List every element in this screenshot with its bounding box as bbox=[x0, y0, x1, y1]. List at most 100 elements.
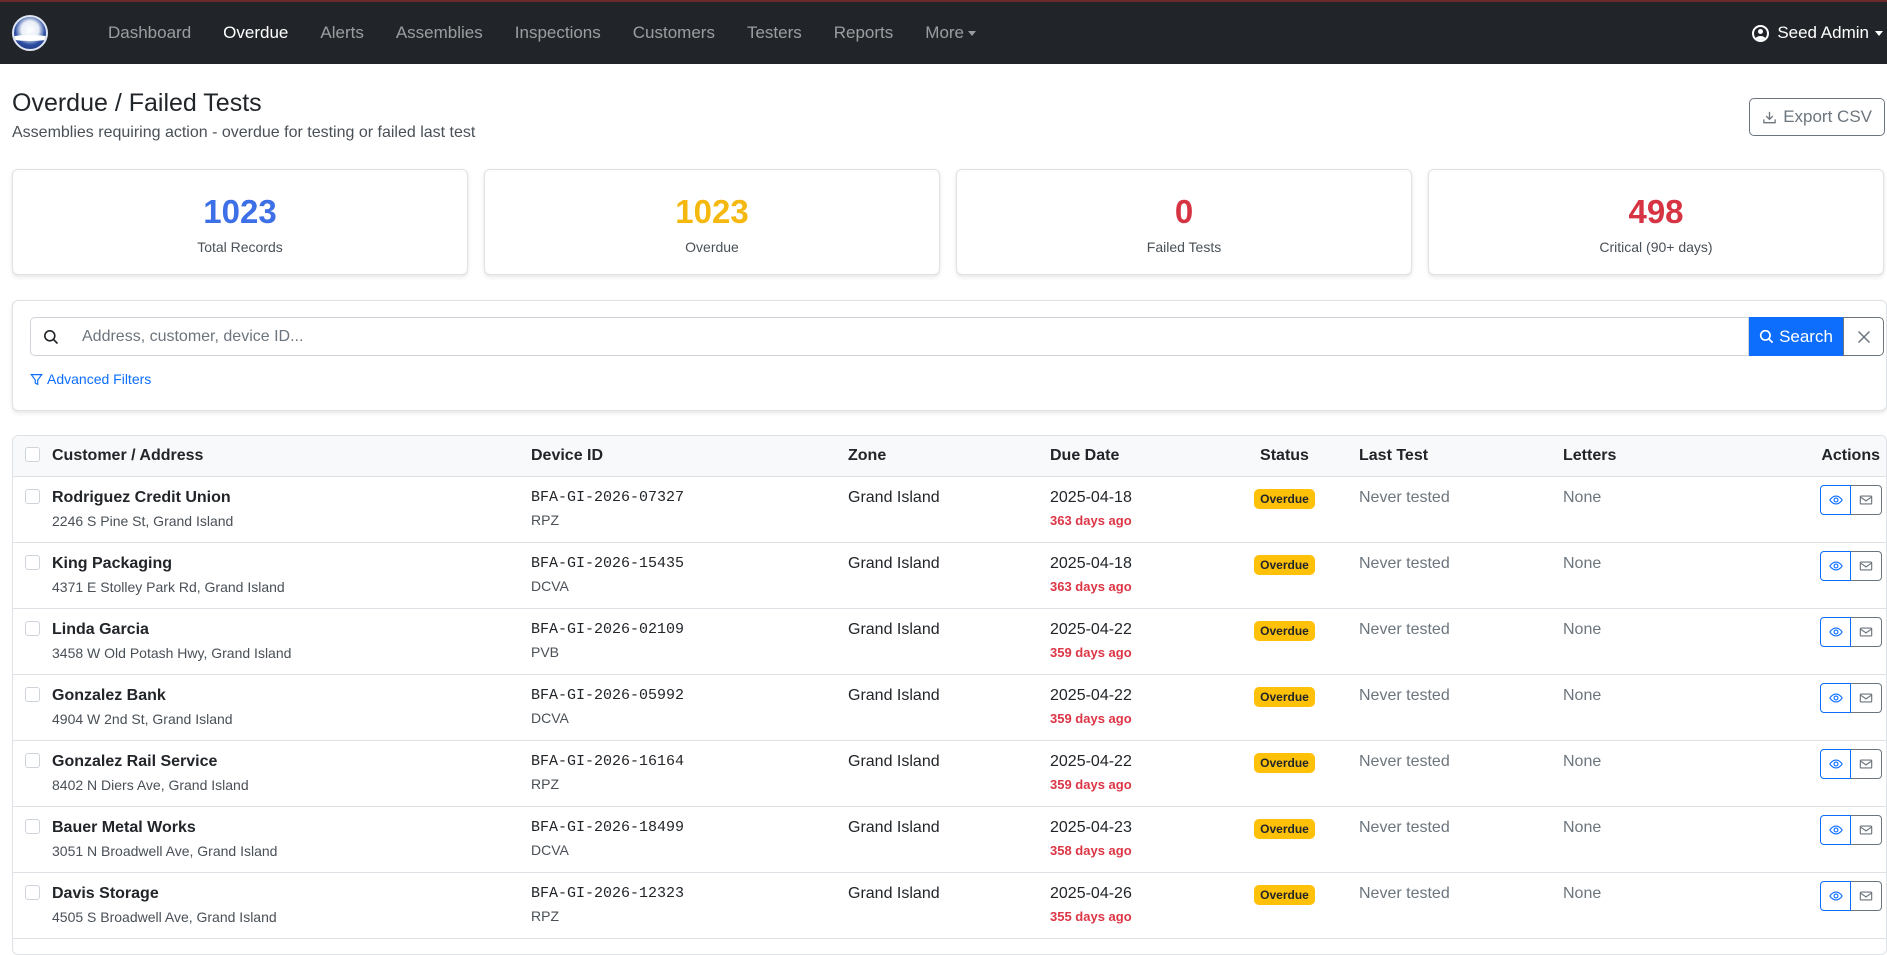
zone: Grand Island bbox=[848, 620, 940, 638]
send-letter-button[interactable] bbox=[1851, 484, 1882, 515]
due-date: 2025-04-22 bbox=[1050, 620, 1132, 638]
search-card: Search Advanced Filters bbox=[12, 300, 1887, 411]
view-button[interactable] bbox=[1820, 748, 1851, 779]
envelope-icon bbox=[1859, 890, 1873, 901]
nav-item-label: More bbox=[925, 23, 965, 42]
view-button[interactable] bbox=[1820, 484, 1851, 515]
last-test: Never tested bbox=[1359, 818, 1450, 836]
nav-item-inspections[interactable]: Inspections bbox=[499, 23, 617, 43]
table-row[interactable]: Davis Storage 4505 S Broadwell Ave, Grand… bbox=[13, 872, 1886, 938]
user-name: Seed Admin bbox=[1777, 23, 1869, 42]
device-id: BFA-GI-2026-05992 bbox=[531, 686, 685, 704]
table-row[interactable]: Linda Garcia 3458 W Old Potash Hwy, Grand… bbox=[13, 608, 1886, 674]
view-button[interactable] bbox=[1820, 814, 1851, 845]
export-csv-button[interactable]: Export CSV bbox=[1749, 98, 1885, 136]
status-badge: Overdue bbox=[1254, 686, 1315, 707]
row-checkbox[interactable] bbox=[25, 884, 40, 900]
column-header-last-test[interactable]: Last Test bbox=[1341, 436, 1545, 476]
customer-name: Davis Storage bbox=[52, 884, 159, 902]
send-letter-button[interactable] bbox=[1851, 880, 1882, 911]
customer-name: Gonzalez Bank bbox=[52, 686, 166, 704]
eye-icon bbox=[1828, 626, 1843, 637]
column-header-customer[interactable]: Customer / Address bbox=[52, 436, 531, 476]
send-letter-button[interactable] bbox=[1851, 550, 1882, 581]
row-checkbox[interactable] bbox=[25, 488, 40, 504]
table-row[interactable]: Bauer Metal Works 3051 N Broadwell Ave, G… bbox=[13, 806, 1886, 872]
search-icon bbox=[1759, 329, 1774, 344]
view-button[interactable] bbox=[1820, 880, 1851, 911]
send-letter-button[interactable] bbox=[1851, 748, 1882, 779]
stat-card-overdue: 1023 Overdue bbox=[484, 169, 940, 275]
nav-links: Dashboard Overdue Alerts Assemblies Inspecti… bbox=[92, 23, 992, 43]
send-letter-button[interactable] bbox=[1851, 682, 1882, 713]
row-checkbox[interactable] bbox=[25, 620, 40, 636]
user-menu[interactable]: Seed Admin bbox=[1752, 2, 1887, 64]
column-header-device[interactable]: Device ID bbox=[531, 436, 848, 476]
close-icon bbox=[1857, 330, 1870, 343]
advanced-filters-link[interactable]: Advanced Filters bbox=[30, 371, 151, 387]
nav-item-label: Overdue bbox=[223, 23, 289, 42]
customer-name: Bauer Metal Works bbox=[52, 818, 196, 836]
nav-item-testers[interactable]: Testers bbox=[731, 23, 818, 43]
view-button[interactable] bbox=[1820, 616, 1851, 647]
search-button[interactable]: Search bbox=[1749, 317, 1843, 356]
eye-icon bbox=[1828, 560, 1843, 571]
nav-item-label: Inspections bbox=[514, 23, 601, 42]
view-button[interactable] bbox=[1820, 682, 1851, 713]
stat-cards: 1023 Total Records 1023 Overdue 0 Failed Test… bbox=[0, 169, 1887, 275]
row-checkbox[interactable] bbox=[25, 752, 40, 768]
stat-value: 0 bbox=[1174, 193, 1194, 230]
app-logo[interactable] bbox=[12, 15, 48, 51]
customer-address: 8402 N Diers Ave, Grand Island bbox=[52, 776, 249, 793]
select-all-checkbox[interactable] bbox=[25, 446, 40, 462]
letters: None bbox=[1563, 488, 1602, 506]
overdue-table-card: Customer / Address Device ID Zone Due Da… bbox=[12, 435, 1887, 955]
row-actions bbox=[1725, 748, 1886, 779]
nav-item-customers[interactable]: Customers bbox=[617, 23, 731, 43]
nav-item-reports[interactable]: Reports bbox=[818, 23, 910, 43]
send-letter-button[interactable] bbox=[1851, 616, 1882, 647]
nav-item-overdue[interactable]: Overdue bbox=[207, 23, 304, 43]
table-row[interactable]: Gonzalez Rail Service 8402 N Diers Ave, G… bbox=[13, 740, 1886, 806]
row-checkbox[interactable] bbox=[25, 686, 40, 702]
row-checkbox[interactable] bbox=[25, 818, 40, 834]
page-title: Overdue / Failed Tests bbox=[12, 89, 262, 117]
zone: Grand Island bbox=[848, 488, 940, 506]
letters: None bbox=[1563, 884, 1602, 902]
nav-item-more[interactable]: More bbox=[909, 23, 992, 43]
stat-label: Overdue bbox=[685, 239, 739, 255]
status-badge: Overdue bbox=[1254, 752, 1315, 773]
table-row[interactable]: Gonzalez Bank 4904 W 2nd St, Grand Island… bbox=[13, 674, 1886, 740]
nav-item-alerts[interactable]: Alerts bbox=[304, 23, 379, 43]
table-row[interactable]: Rodriguez Credit Union 2246 S Pine St, Gr… bbox=[13, 476, 1886, 542]
search-icon bbox=[43, 329, 58, 344]
days-overdue: 363 days ago bbox=[1050, 578, 1132, 594]
days-overdue: 358 days ago bbox=[1050, 842, 1132, 858]
row-checkbox[interactable] bbox=[25, 554, 40, 570]
row-actions bbox=[1725, 814, 1886, 845]
days-overdue: 359 days ago bbox=[1050, 776, 1132, 792]
table-body: Rodriguez Credit Union 2246 S Pine St, Gr… bbox=[13, 476, 1886, 938]
column-header-due-date[interactable]: Due Date bbox=[1050, 436, 1228, 476]
column-header-zone[interactable]: Zone bbox=[848, 436, 1050, 476]
column-header-status[interactable]: Status bbox=[1228, 436, 1341, 476]
last-test: Never tested bbox=[1359, 488, 1450, 506]
table-row[interactable]: King Packaging 4371 E Stolley Park Rd, Gr… bbox=[13, 542, 1886, 608]
clear-search-button[interactable] bbox=[1843, 317, 1884, 356]
search-group: Search bbox=[30, 317, 1884, 356]
device-id: BFA-GI-2026-12323 bbox=[531, 884, 685, 902]
row-actions bbox=[1725, 880, 1886, 911]
column-header-letters[interactable]: Letters bbox=[1545, 436, 1725, 476]
nav-item-dashboard[interactable]: Dashboard bbox=[92, 23, 207, 43]
zone: Grand Island bbox=[848, 686, 940, 704]
status-badge: Overdue bbox=[1254, 554, 1315, 575]
row-actions bbox=[1725, 616, 1886, 647]
search-input[interactable] bbox=[70, 317, 1749, 356]
view-button[interactable] bbox=[1820, 550, 1851, 581]
nav-item-assemblies[interactable]: Assemblies bbox=[380, 23, 499, 43]
device-type: RPZ bbox=[531, 775, 559, 792]
eye-icon bbox=[1828, 692, 1843, 703]
due-date: 2025-04-23 bbox=[1050, 818, 1132, 836]
nav-item-label: Alerts bbox=[320, 23, 364, 42]
send-letter-button[interactable] bbox=[1851, 814, 1882, 845]
